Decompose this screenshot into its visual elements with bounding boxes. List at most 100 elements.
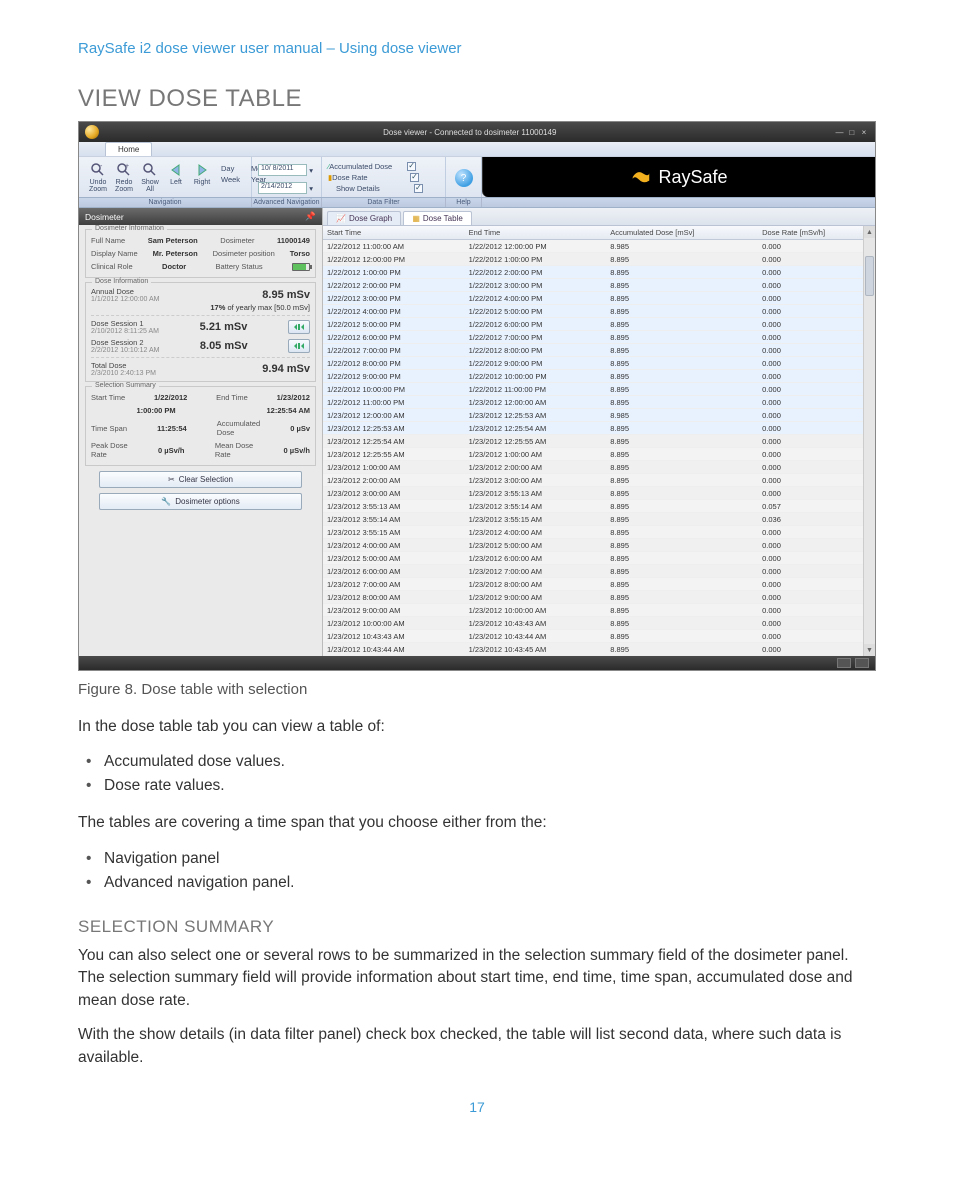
table-row[interactable]: 1/23/2012 4:00:00 AM1/23/2012 5:00:00 AM… bbox=[323, 539, 875, 552]
table-row[interactable]: 1/23/2012 5:00:00 AM1/23/2012 6:00:00 AM… bbox=[323, 552, 875, 565]
nav-left-button[interactable]: Left bbox=[163, 161, 189, 186]
nav-right-button[interactable]: Right bbox=[189, 161, 215, 186]
list-item: Dose rate values. bbox=[104, 774, 876, 798]
bullet-list: Navigation panelAdvanced navigation pane… bbox=[78, 847, 876, 895]
list-item: Accumulated dose values. bbox=[104, 750, 876, 774]
column-header[interactable]: End Time bbox=[465, 226, 607, 240]
panel-pin-icon[interactable]: 📌 bbox=[305, 211, 316, 222]
table-row[interactable]: 1/22/2012 8:00:00 PM1/22/2012 9:00:00 PM… bbox=[323, 357, 875, 370]
table-row[interactable]: 1/22/2012 3:00:00 PM1/22/2012 4:00:00 PM… bbox=[323, 292, 875, 305]
table-row[interactable]: 1/23/2012 12:25:55 AM1/23/2012 1:00:00 A… bbox=[323, 448, 875, 461]
section-heading: SELECTION SUMMARY bbox=[78, 917, 876, 937]
svg-text:+: + bbox=[125, 163, 129, 170]
group-caption-navigation: Navigation bbox=[79, 198, 252, 207]
reset-session2-button[interactable] bbox=[288, 339, 310, 353]
body-text: In the dose table tab you can view a tab… bbox=[78, 716, 876, 738]
table-row[interactable]: 1/22/2012 2:00:00 PM1/22/2012 3:00:00 PM… bbox=[323, 279, 875, 292]
redo-zoom-button[interactable]: +Redo Zoom bbox=[111, 161, 137, 193]
battery-icon bbox=[292, 263, 310, 271]
group-caption-data-filter: Data Filter bbox=[322, 198, 446, 207]
table-row[interactable]: 1/23/2012 9:00:00 AM1/23/2012 10:00:00 A… bbox=[323, 604, 875, 617]
table-row[interactable]: 1/23/2012 12:25:53 AM1/23/2012 12:25:54 … bbox=[323, 422, 875, 435]
page-title: VIEW DOSE TABLE bbox=[78, 85, 876, 113]
table-row[interactable]: 1/22/2012 1:00:00 PM1/22/2012 2:00:00 PM… bbox=[323, 266, 875, 279]
column-header[interactable]: Accumulated Dose [mSv] bbox=[606, 226, 758, 240]
table-row[interactable]: 1/23/2012 3:55:13 AM1/23/2012 3:55:14 AM… bbox=[323, 500, 875, 513]
column-header[interactable]: Dose Rate [mSv/h] bbox=[758, 226, 875, 240]
list-item: Navigation panel bbox=[104, 847, 876, 871]
dosimeter-panel: Dosimeter 📌 Dosimeter Information Full Na… bbox=[79, 208, 323, 656]
ribbon: -Undo Zoom +Redo Zoom Show All Left Righ… bbox=[79, 156, 875, 198]
clear-selection-button[interactable]: ✂Clear Selection bbox=[99, 471, 302, 488]
table-row[interactable]: 1/23/2012 6:00:00 AM1/23/2012 7:00:00 AM… bbox=[323, 565, 875, 578]
table-row[interactable]: 1/22/2012 6:00:00 PM1/22/2012 7:00:00 PM… bbox=[323, 331, 875, 344]
app-orb-icon[interactable] bbox=[85, 125, 99, 139]
dose-table[interactable]: Start TimeEnd TimeAccumulated Dose [mSv]… bbox=[323, 226, 875, 656]
tab-dose-graph[interactable]: 📈Dose Graph bbox=[327, 211, 401, 225]
table-row[interactable]: 1/22/2012 4:00:00 PM1/22/2012 5:00:00 PM… bbox=[323, 305, 875, 318]
statusbar bbox=[79, 656, 875, 670]
doc-breadcrumb: RaySafe i2 dose viewer user manual – Usi… bbox=[78, 40, 876, 57]
table-row[interactable]: 1/23/2012 10:43:43 AM1/23/2012 10:43:44 … bbox=[323, 630, 875, 643]
table-icon: ▦ bbox=[412, 214, 420, 223]
table-row[interactable]: 1/22/2012 12:00:00 PM1/22/2012 1:00:00 P… bbox=[323, 253, 875, 266]
body-text: You can also select one or several rows … bbox=[78, 945, 876, 1012]
accum-dose-checkbox[interactable] bbox=[407, 162, 416, 171]
dosimeter-options-button[interactable]: 🔧Dosimeter options bbox=[99, 493, 302, 510]
table-row[interactable]: 1/23/2012 2:00:00 AM1/23/2012 3:00:00 AM… bbox=[323, 474, 875, 487]
table-row[interactable]: 1/23/2012 8:00:00 AM1/23/2012 9:00:00 AM… bbox=[323, 591, 875, 604]
table-row[interactable]: 1/23/2012 1:00:00 AM1/23/2012 2:00:00 AM… bbox=[323, 461, 875, 474]
table-row[interactable]: 1/22/2012 5:00:00 PM1/22/2012 6:00:00 PM… bbox=[323, 318, 875, 331]
app-window: Dose viewer - Connected to dosimeter 110… bbox=[78, 121, 876, 671]
table-row[interactable]: 1/23/2012 3:00:00 AM1/23/2012 3:55:13 AM… bbox=[323, 487, 875, 500]
nav-week-button[interactable]: Week bbox=[221, 175, 251, 184]
svg-text:-: - bbox=[100, 163, 103, 170]
table-row[interactable]: 1/23/2012 10:00:00 AM1/23/2012 10:43:43 … bbox=[323, 617, 875, 630]
table-row[interactable]: 1/23/2012 7:00:00 AM1/23/2012 8:00:00 AM… bbox=[323, 578, 875, 591]
table-row[interactable]: 1/22/2012 11:00:00 PM1/23/2012 12:00:00 … bbox=[323, 396, 875, 409]
brand-logo: RaySafe bbox=[482, 157, 875, 197]
show-all-button[interactable]: Show All bbox=[137, 161, 163, 193]
reset-session1-button[interactable] bbox=[288, 320, 310, 334]
page-number: 17 bbox=[78, 1099, 876, 1115]
table-row[interactable]: 1/22/2012 9:00:00 PM1/22/2012 10:00:00 P… bbox=[323, 370, 875, 383]
ribbon-tab-home[interactable]: Home bbox=[105, 142, 152, 156]
scroll-thumb[interactable] bbox=[865, 256, 874, 296]
table-row[interactable]: 1/23/2012 12:25:54 AM1/23/2012 12:25:55 … bbox=[323, 435, 875, 448]
titlebar: Dose viewer - Connected to dosimeter 110… bbox=[79, 122, 875, 142]
undo-zoom-button[interactable]: -Undo Zoom bbox=[85, 161, 111, 193]
show-details-checkbox[interactable] bbox=[414, 184, 423, 193]
table-row[interactable]: 1/23/2012 3:55:14 AM1/23/2012 3:55:15 AM… bbox=[323, 513, 875, 526]
scroll-up-button[interactable]: ▲ bbox=[864, 226, 875, 238]
table-row[interactable]: 1/22/2012 7:00:00 PM1/22/2012 8:00:00 PM… bbox=[323, 344, 875, 357]
bullet-list: Accumulated dose values.Dose rate values… bbox=[78, 750, 876, 798]
table-row[interactable]: 1/23/2012 12:00:00 AM1/23/2012 12:25:53 … bbox=[323, 409, 875, 422]
body-text: The tables are covering a time span that… bbox=[78, 812, 876, 834]
tab-dose-table[interactable]: ▦Dose Table bbox=[403, 211, 471, 225]
dose-rate-checkbox[interactable] bbox=[410, 173, 419, 182]
list-item: Advanced navigation panel. bbox=[104, 871, 876, 895]
maximize-button[interactable]: □ bbox=[847, 128, 857, 137]
table-row[interactable]: 1/23/2012 3:55:15 AM1/23/2012 4:00:00 AM… bbox=[323, 526, 875, 539]
close-button[interactable]: × bbox=[859, 128, 869, 137]
table-row[interactable]: 1/23/2012 10:43:44 AM1/23/2012 10:43:45 … bbox=[323, 643, 875, 656]
selection-summary-group: Selection Summary Start Time1/22/2012End… bbox=[85, 386, 316, 466]
dosimeter-info-group: Dosimeter Information Full NameSam Peter… bbox=[85, 229, 316, 278]
column-header[interactable]: Start Time bbox=[323, 226, 465, 240]
nav-day-button[interactable]: Day bbox=[221, 164, 251, 173]
graph-icon: 📈 bbox=[336, 214, 346, 223]
date-to-input[interactable]: 2/14/2012 bbox=[258, 182, 307, 194]
window-title: Dose viewer - Connected to dosimeter 110… bbox=[105, 128, 835, 137]
group-caption-advanced-navigation: Advanced Navigation bbox=[252, 198, 322, 207]
minimize-button[interactable]: — bbox=[835, 128, 845, 137]
table-row[interactable]: 1/22/2012 10:00:00 PM1/22/2012 11:00:00 … bbox=[323, 383, 875, 396]
vertical-scrollbar[interactable]: ▲ ▼ bbox=[863, 226, 875, 656]
date-from-input[interactable]: 10/ 8/2011 bbox=[258, 164, 307, 176]
table-row[interactable]: 1/22/2012 11:00:00 AM1/22/2012 12:00:00 … bbox=[323, 240, 875, 253]
scroll-down-button[interactable]: ▼ bbox=[864, 644, 875, 656]
help-button[interactable]: ? bbox=[455, 169, 473, 187]
figure-caption: Figure 8. Dose table with selection bbox=[78, 681, 876, 698]
resize-grip-icon[interactable] bbox=[855, 658, 869, 668]
panel-title: Dosimeter bbox=[85, 212, 124, 222]
body-text: With the show details (in data filter pa… bbox=[78, 1024, 876, 1069]
